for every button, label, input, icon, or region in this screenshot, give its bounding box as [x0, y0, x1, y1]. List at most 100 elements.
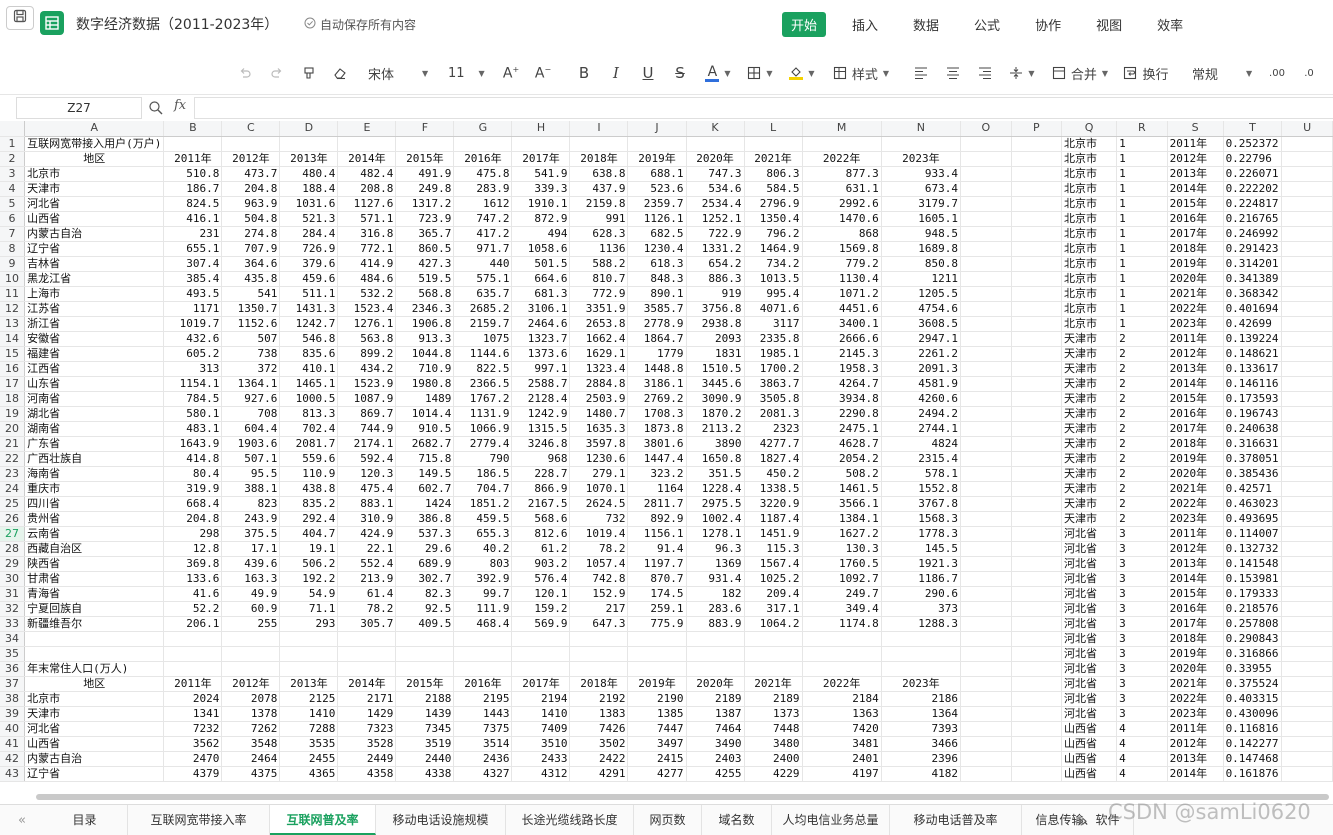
cell[interactable]: 吉林省	[24, 256, 165, 272]
cell[interactable]: 459.6	[279, 271, 339, 287]
cell[interactable]: 1363	[802, 706, 882, 722]
cell[interactable]: 1341	[163, 706, 223, 722]
cell[interactable]: 1448.8	[627, 361, 687, 377]
cell[interactable]	[163, 661, 223, 677]
cell[interactable]: 4264.7	[802, 376, 882, 392]
cell[interactable]: 2261.2	[881, 346, 962, 362]
cell[interactable]: 435.8	[221, 271, 281, 287]
cell[interactable]	[960, 241, 1012, 257]
cell[interactable]: 2091.3	[881, 361, 962, 377]
cell[interactable]: 2019年	[627, 676, 687, 692]
cell[interactable]: 365.7	[395, 226, 455, 242]
cell[interactable]: 3351.9	[569, 301, 629, 317]
cell[interactable]: 3562	[163, 736, 223, 752]
cell[interactable]: 2938.8	[686, 316, 745, 332]
document-title[interactable]: 数字经济数据（2011-2023年）	[76, 14, 278, 34]
cell[interactable]: 1228.4	[686, 481, 745, 497]
cell[interactable]: 1071.2	[802, 286, 882, 302]
row-header[interactable]: 27	[0, 526, 26, 542]
cell[interactable]: 995.4	[744, 286, 803, 302]
cell[interactable]: 541.9	[511, 166, 571, 182]
cell[interactable]: 4260.6	[881, 391, 962, 407]
cell[interactable]: 4379	[163, 766, 223, 782]
cell[interactable]: 1	[1116, 151, 1168, 167]
cell[interactable]: 188.4	[279, 181, 339, 197]
cell[interactable]: 2021年	[1167, 676, 1224, 692]
cell[interactable]: 2017年	[1167, 421, 1224, 437]
cell[interactable]: 0.226071	[1223, 166, 1283, 182]
cell[interactable]: 互联网宽带接入用户(万户)	[24, 136, 165, 152]
cell[interactable]: 1689.8	[881, 241, 962, 257]
cell[interactable]: 0.463023	[1223, 496, 1283, 512]
cell[interactable]: 7447	[627, 721, 687, 737]
cell[interactable]: 149.5	[395, 466, 455, 482]
cell[interactable]: 0.142277	[1223, 736, 1283, 752]
cell[interactable]: 1092.7	[802, 571, 882, 587]
cell[interactable]: 2588.7	[511, 376, 571, 392]
cell[interactable]: 2019年	[1167, 256, 1224, 272]
chevron-right-double-icon[interactable]: »	[1078, 811, 1088, 830]
cell[interactable]	[1011, 466, 1062, 482]
cell[interactable]: 2014年	[337, 151, 397, 167]
cell[interactable]: 北京市	[1061, 181, 1118, 197]
cell[interactable]: 604.4	[221, 421, 281, 437]
cell[interactable]: 1152.6	[221, 316, 281, 332]
cell[interactable]: 2366.5	[453, 376, 513, 392]
cell[interactable]: 0.216765	[1223, 211, 1283, 227]
cell[interactable]: 2011年	[1167, 331, 1224, 347]
cell[interactable]	[1011, 601, 1062, 617]
cell[interactable]: 812.6	[511, 526, 571, 542]
cell[interactable]	[453, 646, 513, 662]
clear-format-button[interactable]	[331, 60, 349, 86]
cell[interactable]: 2779.4	[453, 436, 513, 452]
cell[interactable]: 河北省	[1061, 586, 1118, 602]
cell[interactable]: 0.148621	[1223, 346, 1283, 362]
cell[interactable]	[1011, 616, 1062, 632]
cell[interactable]: 2023年	[881, 151, 962, 167]
cell[interactable]: 1760.5	[802, 556, 882, 572]
cell[interactable]: 1187.4	[744, 511, 803, 527]
cell[interactable]: 0.430096	[1223, 706, 1283, 722]
cell[interactable]: 2012年	[1167, 151, 1224, 167]
cell[interactable]	[960, 196, 1012, 212]
cell[interactable]: 204.8	[221, 181, 281, 197]
cell[interactable]: 河北省	[1061, 706, 1118, 722]
cell[interactable]: 1778.3	[881, 526, 962, 542]
cell[interactable]: 0.33955	[1223, 661, 1283, 677]
cell[interactable]: 1873.8	[627, 421, 687, 437]
cell[interactable]: 0.114007	[1223, 526, 1283, 542]
cell[interactable]: 111.9	[453, 601, 513, 617]
cell[interactable]: 重庆市	[24, 481, 165, 497]
cell[interactable]: 2017年	[511, 151, 571, 167]
cell[interactable]: 491.9	[395, 166, 455, 182]
row-header[interactable]: 40	[0, 721, 26, 737]
cell[interactable]: 河北省	[1061, 556, 1118, 572]
cell[interactable]: 1252.1	[686, 211, 745, 227]
cell[interactable]: 山西省	[24, 211, 165, 227]
cell[interactable]	[1281, 541, 1333, 557]
name-box[interactable]: Z27	[16, 97, 142, 119]
cell[interactable]: 507	[221, 331, 281, 347]
cell[interactable]: 948.5	[881, 226, 962, 242]
cell[interactable]: 284.4	[279, 226, 339, 242]
cell[interactable]: 3	[1116, 541, 1168, 557]
underline-button[interactable]: U	[639, 60, 657, 86]
cell[interactable]: 3445.6	[686, 376, 745, 392]
column-header[interactable]: T	[1223, 121, 1283, 137]
cell[interactable]: 298	[163, 526, 223, 542]
cell[interactable]: 439.6	[221, 556, 281, 572]
cell[interactable]: 552.4	[337, 556, 397, 572]
row-header[interactable]: 28	[0, 541, 26, 557]
cell[interactable]: 364.6	[221, 256, 281, 272]
cell[interactable]: 618.3	[627, 256, 687, 272]
cell[interactable]: 2464.6	[511, 316, 571, 332]
cell[interactable]: 2769.2	[627, 391, 687, 407]
cell[interactable]	[395, 661, 455, 677]
cell[interactable]: 2884.8	[569, 376, 629, 392]
cell[interactable]	[1281, 316, 1333, 332]
cell[interactable]: 海南省	[24, 466, 165, 482]
cell[interactable]: 317.1	[744, 601, 803, 617]
cell[interactable]: 968	[511, 451, 571, 467]
cell[interactable]: 2021年	[744, 676, 803, 692]
cell[interactable]: 1136	[569, 241, 629, 257]
